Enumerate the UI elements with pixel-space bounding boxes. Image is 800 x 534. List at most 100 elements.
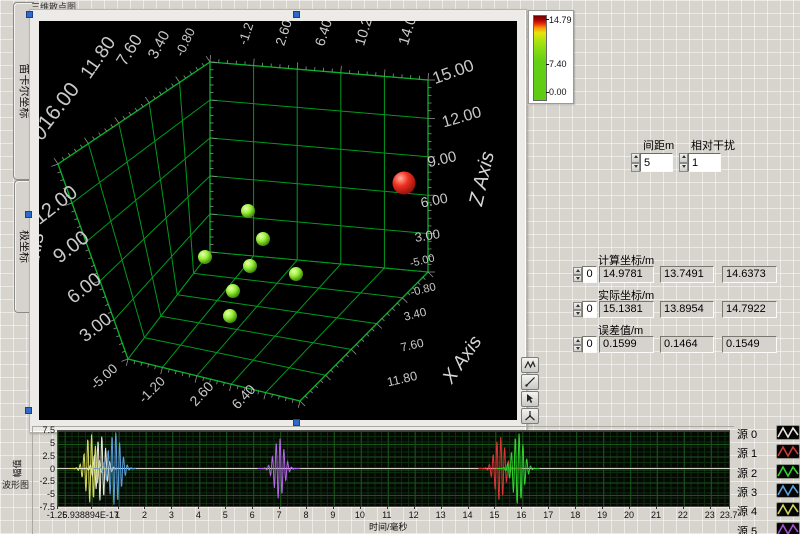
legend-item[interactable]: 源 3 — [737, 483, 800, 500]
interference-input[interactable] — [688, 153, 721, 172]
legend-item[interactable]: 源 2 — [737, 464, 800, 481]
decor — [525, 362, 535, 368]
x-tick-mark — [144, 506, 145, 509]
legend-label: 源 1 — [737, 445, 757, 461]
decor — [428, 73, 429, 80]
interference-label: 相对干扰 — [691, 137, 735, 153]
x_top-tick-label: 3.40 — [145, 28, 174, 62]
decor — [298, 401, 300, 408]
scatter3d-plot-area[interactable]: -0.803.407.6011.8016.00-1.22.606.4010.21… — [39, 21, 517, 420]
decor — [105, 128, 107, 131]
decor — [168, 369, 169, 372]
interference-spinner[interactable] — [679, 153, 688, 172]
decor — [172, 84, 174, 87]
x-tick-mark — [602, 506, 603, 509]
legend-line-icon — [777, 503, 799, 516]
decor — [129, 112, 131, 115]
x-tick-mark — [171, 506, 172, 509]
decor — [210, 62, 217, 63]
decor — [126, 359, 128, 366]
array-value-cell: 14.6373 — [722, 266, 777, 283]
legend-item[interactable]: 源 1 — [737, 444, 800, 461]
legend-item[interactable]: 源 5 — [737, 522, 800, 534]
decor — [54, 158, 58, 164]
spacing-spinner[interactable] — [631, 153, 640, 172]
edit-tool-button[interactable] — [521, 374, 539, 390]
rotate-3d-button[interactable] — [521, 408, 539, 424]
decor — [153, 96, 155, 99]
increment-button[interactable] — [573, 337, 582, 345]
array-index-field[interactable]: 0 — [582, 266, 597, 283]
decrement-button[interactable] — [573, 275, 582, 283]
legend-line-icon — [777, 445, 799, 458]
decor — [351, 349, 356, 354]
decor — [72, 211, 75, 212]
array-index-spinner[interactable] — [573, 267, 582, 282]
decor — [195, 376, 197, 383]
decor — [326, 375, 331, 380]
waveform-y-axis-label: 幅值 — [11, 459, 24, 477]
array-index-spinner[interactable] — [573, 302, 582, 317]
legend-line-icon — [777, 523, 799, 534]
increment-button[interactable] — [573, 302, 582, 310]
increment-button[interactable] — [573, 267, 582, 275]
decrement-button[interactable] — [679, 163, 688, 173]
decor — [114, 214, 210, 320]
array-index-spinner[interactable] — [573, 337, 582, 352]
x-tick-mark — [441, 506, 442, 509]
array-index-field[interactable]: 0 — [582, 301, 597, 318]
pointer-tool-button[interactable] — [521, 391, 539, 407]
legend-item[interactable]: 源 0 — [737, 425, 800, 442]
decor — [778, 467, 798, 476]
decor — [51, 164, 58, 166]
decor — [176, 77, 180, 83]
legend-swatch — [776, 464, 800, 479]
increment-button[interactable] — [679, 153, 688, 163]
decor — [300, 401, 305, 406]
z_left-tick-label: 6.00 — [64, 269, 106, 308]
decor — [264, 393, 266, 400]
decor — [91, 265, 94, 266]
decor — [159, 92, 161, 95]
decor — [778, 447, 798, 456]
decor — [182, 372, 183, 375]
scatter3d-graph: -0.803.407.6011.8016.00-1.22.606.4010.21… — [29, 9, 527, 433]
x-tick-mark — [710, 506, 711, 509]
decor — [122, 351, 125, 352]
labview-front-panel: 笛卡尔坐标 极坐标 三维散点图 -0.803.407.6011.8016.00-… — [0, 0, 800, 534]
decrement-button[interactable] — [573, 310, 582, 318]
legend-label: 源 2 — [737, 465, 757, 481]
color-scale: 14.79 7.40 0.00 — [528, 10, 574, 104]
decor — [258, 391, 259, 394]
x-axis-name: X Axis — [438, 332, 487, 389]
decor — [210, 379, 211, 382]
z_right-tick-label: 3.00 — [414, 226, 441, 245]
decor — [88, 144, 144, 338]
legend-line-icon — [777, 426, 799, 439]
decrement-button[interactable] — [573, 345, 582, 353]
array-value-cell: 13.8954 — [660, 301, 714, 318]
z-axis-name: Z Axis — [465, 149, 499, 208]
decor — [210, 100, 217, 101]
x-tick-mark — [548, 506, 549, 509]
increment-button[interactable] — [631, 153, 640, 163]
plot-mode-button[interactable] — [521, 357, 539, 373]
data-point-green — [223, 309, 237, 323]
waveform-traces — [57, 430, 730, 507]
z_right-tick-label: 15.00 — [430, 56, 476, 88]
decor — [141, 362, 142, 365]
data-point-green — [243, 259, 257, 273]
decor — [58, 62, 210, 164]
decor — [210, 55, 211, 62]
decor — [145, 97, 149, 103]
x-tick-mark — [198, 506, 199, 509]
decrement-button[interactable] — [631, 163, 640, 173]
spacing-input[interactable] — [640, 153, 673, 172]
decor — [210, 214, 428, 234]
legend-item[interactable]: 源 4 — [737, 502, 800, 519]
decor — [86, 138, 210, 242]
decor — [387, 313, 389, 315]
decor — [377, 324, 382, 329]
array-index-field[interactable]: 0 — [582, 336, 597, 353]
decor — [102, 297, 105, 298]
